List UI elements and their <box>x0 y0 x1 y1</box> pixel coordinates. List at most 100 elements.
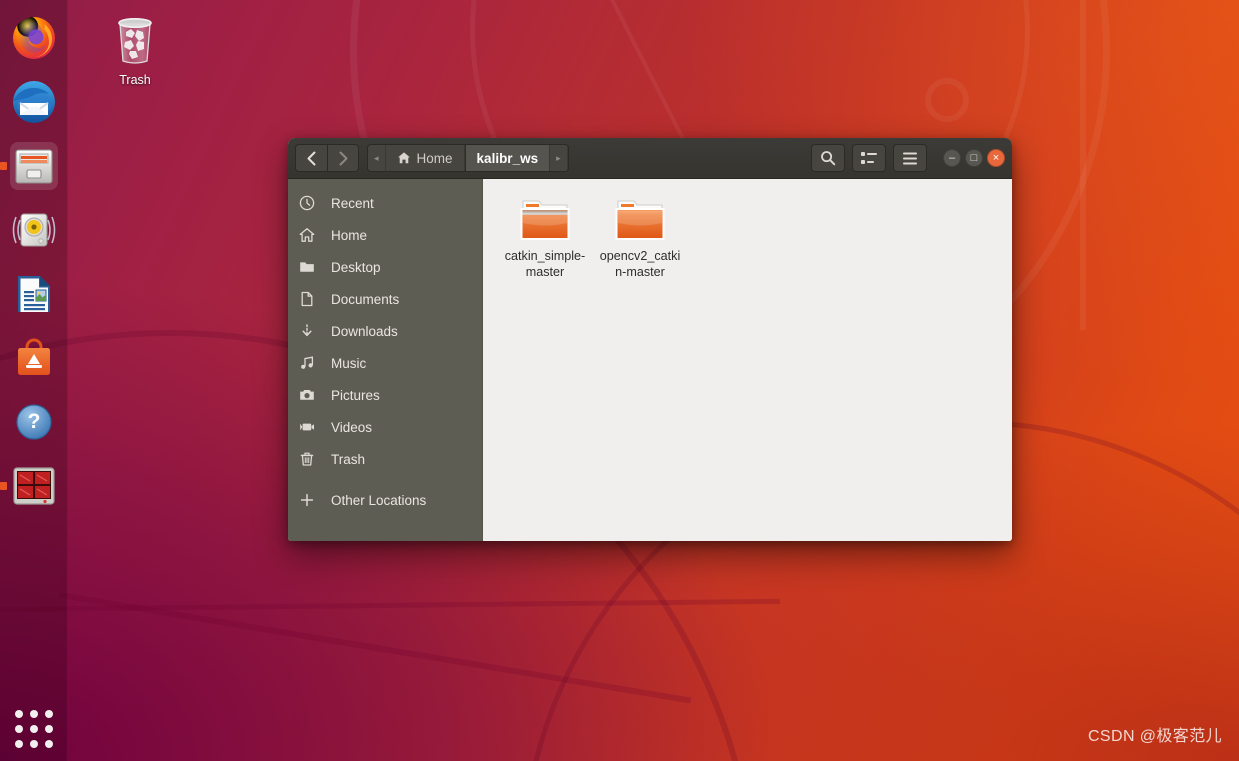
dock-item-firefox[interactable] <box>0 6 68 70</box>
sidebar-item-videos[interactable]: Videos <box>288 411 482 443</box>
file-name: catkin_simple-master <box>504 249 586 279</box>
dock-item-workspaces[interactable] <box>0 454 68 518</box>
dock-tile: ? <box>10 398 58 446</box>
file-item[interactable]: catkin_simple-master <box>499 197 591 280</box>
breadcrumb-overflow-right[interactable]: ▸ <box>550 145 568 171</box>
file-name: opencv2_catkin-master <box>599 249 681 279</box>
forward-button[interactable] <box>327 144 359 172</box>
breadcrumb-overflow-left[interactable]: ◂ <box>368 145 386 171</box>
list-view-icon <box>861 152 877 164</box>
dock-item-thunderbird[interactable] <box>0 70 68 134</box>
sidebar-item-label: Pictures <box>331 387 380 403</box>
view-options-button[interactable] <box>852 144 886 172</box>
camera-icon <box>299 387 325 403</box>
dock-tile <box>10 142 58 190</box>
plus-icon <box>299 492 325 508</box>
dock-tile <box>10 270 58 318</box>
thunderbird-icon <box>13 81 55 123</box>
running-indicator <box>0 482 7 490</box>
sidebar-item-label: Trash <box>331 451 366 467</box>
home-icon <box>397 152 410 164</box>
svg-text:?: ? <box>28 410 41 433</box>
file-list-view[interactable]: catkin_simple-master opencv2_catkin-mast… <box>483 179 1012 541</box>
chevron-right-icon <box>339 151 347 165</box>
minimize-button[interactable]: – <box>943 149 961 167</box>
desktop-icon-trash[interactable]: Trash <box>103 14 167 87</box>
breadcrumb-item-current[interactable]: kalibr_ws <box>464 145 551 171</box>
grid-icon <box>15 710 53 748</box>
desktop-icon-label: Trash <box>119 73 151 87</box>
navigation-buttons <box>295 144 359 172</box>
running-indicator <box>0 162 7 170</box>
chevron-left-icon <box>307 151 316 165</box>
dock-tile <box>10 462 58 510</box>
sidebar-item-home[interactable]: Home <box>288 219 482 251</box>
clock-icon <box>299 195 325 211</box>
sidebar-item-downloads[interactable]: Downloads <box>288 315 482 347</box>
window-body: Recent Home Desktop Documents Downloads … <box>288 179 1012 541</box>
sidebar-item-pictures[interactable]: Pictures <box>288 379 482 411</box>
sidebar-item-label: Downloads <box>331 323 398 339</box>
sidebar-item-label: Videos <box>331 419 373 435</box>
sidebar: Recent Home Desktop Documents Downloads … <box>288 179 483 541</box>
folder-icon <box>615 200 665 240</box>
help-icon: ? <box>16 404 52 440</box>
rhythmbox-icon <box>12 213 56 247</box>
document-icon <box>299 291 325 307</box>
music-icon <box>299 355 325 371</box>
folder-icon <box>299 259 325 275</box>
ubuntu-software-icon <box>18 338 50 375</box>
sidebar-item-music[interactable]: Music <box>288 347 482 379</box>
close-button[interactable]: × <box>987 149 1005 167</box>
dock-tile <box>10 334 58 382</box>
maximize-button[interactable]: □ <box>965 149 983 167</box>
breadcrumb-item-home[interactable]: Home <box>386 145 465 171</box>
file-item[interactable]: opencv2_catkin-master <box>594 197 686 280</box>
sidebar-item-label: Desktop <box>331 259 381 275</box>
dock-item-rhythmbox[interactable] <box>0 198 68 262</box>
dock-tile <box>10 14 58 62</box>
download-icon <box>299 323 325 339</box>
search-icon <box>821 151 836 166</box>
dock-item-files[interactable] <box>0 134 68 198</box>
firefox-icon <box>13 17 55 59</box>
watermark: CSDN @极客范儿 <box>1087 728 1222 745</box>
file-manager-window: ◂ Home kalibr_ws ▸ – □ × Recent Home Des… <box>288 138 1012 541</box>
sidebar-item-label: Other Locations <box>331 492 427 508</box>
breadcrumb-item-label: Home <box>416 150 453 166</box>
search-button[interactable] <box>811 144 845 172</box>
sidebar-item-label: Music <box>331 355 367 371</box>
home-icon <box>299 227 325 243</box>
wallpaper-line-diagonal-right <box>1080 0 1086 330</box>
libreoffice-writer-icon <box>18 276 50 312</box>
window-controls: – □ × <box>943 149 1005 167</box>
dock: ? <box>0 0 68 761</box>
menu-button[interactable] <box>893 144 927 172</box>
dock-items: ? <box>0 0 67 518</box>
breadcrumb: ◂ Home kalibr_ws ▸ <box>367 144 569 172</box>
trash-icon <box>299 451 325 467</box>
sidebar-item-desktop[interactable]: Desktop <box>288 251 482 283</box>
back-button[interactable] <box>295 144 327 172</box>
workspace-switcher-icon <box>13 467 55 505</box>
show-applications-button[interactable] <box>0 697 68 761</box>
breadcrumb-item-label: kalibr_ws <box>476 150 539 166</box>
sidebar-item-label: Documents <box>331 291 400 307</box>
sidebar-item-other-locations[interactable]: Other Locations <box>288 484 482 516</box>
sidebar-item-label: Recent <box>331 195 374 211</box>
window-headerbar: ◂ Home kalibr_ws ▸ – □ × <box>288 138 1012 179</box>
hamburger-menu-icon <box>903 152 917 164</box>
dock-item-ubuntu-software[interactable] <box>0 326 68 390</box>
headerbar-right-controls: – □ × <box>811 144 1005 172</box>
video-icon <box>299 419 325 435</box>
dock-item-libreoffice[interactable] <box>0 262 68 326</box>
sidebar-item-trash[interactable]: Trash <box>288 443 482 475</box>
folder-icon <box>520 200 570 240</box>
trash-icon <box>118 18 152 64</box>
dock-tile <box>10 206 58 254</box>
dock-tile <box>10 78 58 126</box>
sidebar-item-documents[interactable]: Documents <box>288 283 482 315</box>
dock-item-help[interactable]: ? <box>0 390 68 454</box>
sidebar-item-label: Home <box>331 227 368 243</box>
sidebar-item-recent[interactable]: Recent <box>288 187 482 219</box>
